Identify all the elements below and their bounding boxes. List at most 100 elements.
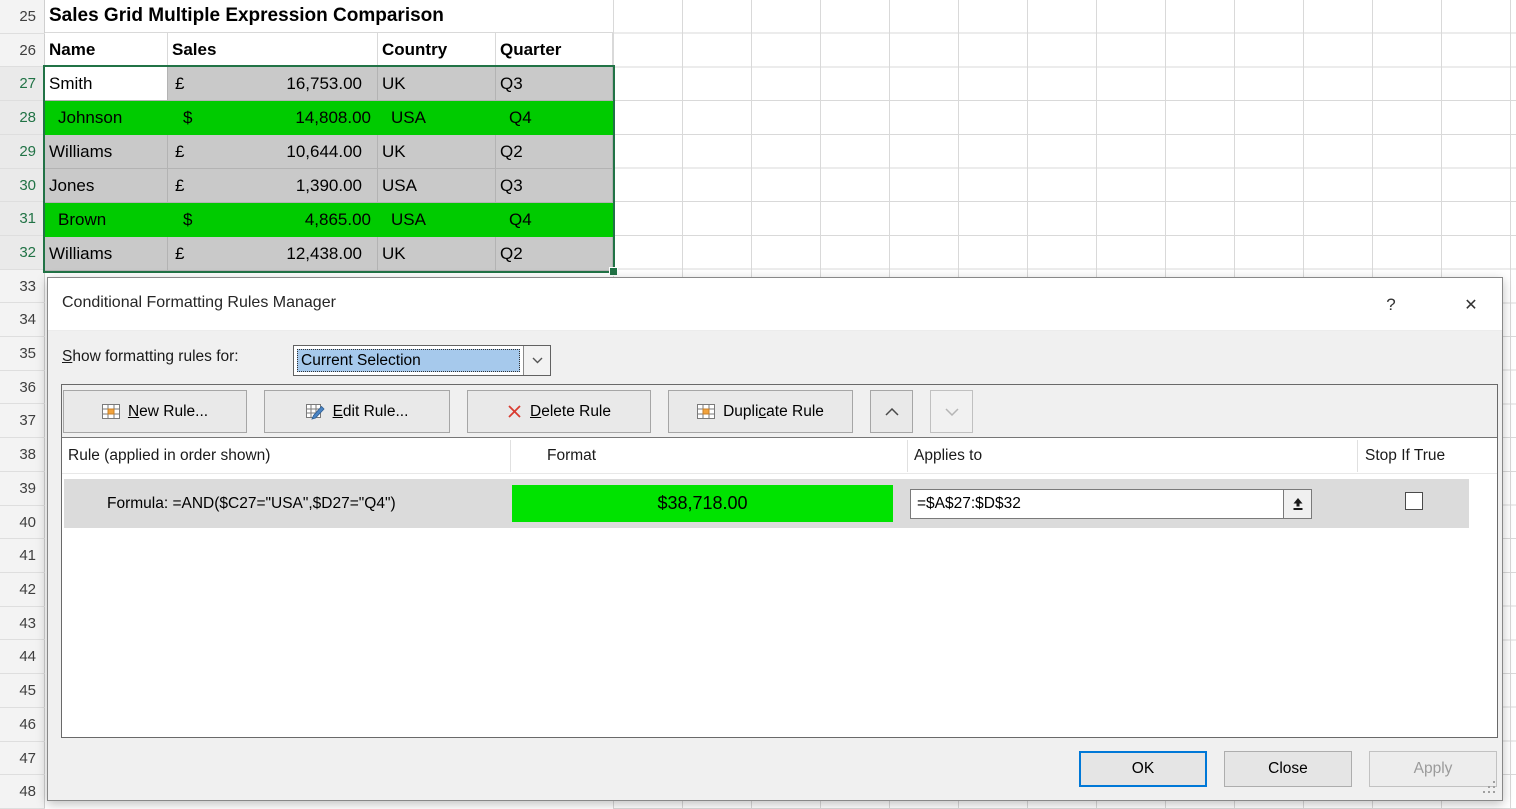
row-header[interactable]: 45 xyxy=(0,674,45,708)
row-header[interactable]: 25 xyxy=(0,0,45,34)
row-header[interactable]: 37 xyxy=(0,404,45,438)
help-icon[interactable]: ? xyxy=(1376,290,1406,320)
column-header-name[interactable]: Name xyxy=(45,33,168,67)
row-header[interactable]: 44 xyxy=(0,640,45,674)
applies-to-field[interactable]: =$A$27:$D$32 xyxy=(910,489,1312,519)
table-header-row: Name Sales Country Quarter xyxy=(45,33,613,67)
close-icon[interactable]: ✕ xyxy=(1456,290,1486,320)
row-header[interactable]: 39 xyxy=(0,472,45,506)
table-cell[interactable]: USA xyxy=(378,169,496,203)
table-pencil-icon xyxy=(306,404,325,420)
table-cell[interactable]: Q2 xyxy=(496,135,613,169)
table-grid-icon xyxy=(102,404,120,419)
column-header-quarter[interactable]: Quarter xyxy=(496,33,613,67)
row-header[interactable]: 48 xyxy=(0,775,45,809)
resize-grip[interactable] xyxy=(1493,791,1495,793)
table-grid-icon xyxy=(697,404,715,419)
table-cell[interactable]: Johnson xyxy=(45,101,168,135)
apply-button: Apply xyxy=(1369,751,1497,787)
table-cell[interactable]: USA xyxy=(378,101,496,135)
table-cell[interactable]: Q3 xyxy=(496,67,613,101)
show-rules-selected-value: Current Selection xyxy=(297,349,520,372)
table-cell[interactable]: Q3 xyxy=(496,169,613,203)
chevron-up-icon xyxy=(885,408,899,416)
row-header[interactable]: 43 xyxy=(0,607,45,640)
new-rule-label: New Rule... xyxy=(128,403,208,421)
dialog-titlebar[interactable]: Conditional Formatting Rules Manager ? ✕ xyxy=(48,278,1502,331)
rule-format-preview: $38,718.00 xyxy=(512,485,893,522)
show-rules-dropdown[interactable]: Current Selection xyxy=(293,345,551,376)
table-row: Brown$4,865.00USAQ4 xyxy=(45,203,613,237)
excel-workbook-view: 2526272829303132333435363738394041424344… xyxy=(0,0,1516,809)
row-header[interactable]: 30 xyxy=(0,169,45,202)
table-cell[interactable]: USA xyxy=(378,203,496,237)
table-cell[interactable]: UK xyxy=(378,135,496,169)
row-header[interactable]: 36 xyxy=(0,371,45,404)
table-cell[interactable]: Q2 xyxy=(496,237,613,271)
table-row: Johnson$14,808.00USAQ4 xyxy=(45,101,613,135)
row-header[interactable]: 33 xyxy=(0,270,45,303)
dialog-title: Conditional Formatting Rules Manager xyxy=(62,294,336,312)
rules-list-group: New Rule... Edit Rule... xyxy=(61,384,1498,738)
duplicate-rule-label: Duplicate Rule xyxy=(723,403,824,421)
table-cell[interactable]: £16,753.00 xyxy=(168,67,378,101)
table-cell[interactable]: UK xyxy=(378,67,496,101)
table-cell[interactable]: UK xyxy=(378,237,496,271)
row-header[interactable]: 28 xyxy=(0,101,45,135)
rules-toolbar: New Rule... Edit Rule... xyxy=(62,385,1497,438)
column-header-sales[interactable]: Sales xyxy=(168,33,378,67)
table-cell[interactable]: Brown xyxy=(45,203,168,237)
chevron-down-icon xyxy=(945,408,959,416)
duplicate-rule-button[interactable]: Duplicate Rule xyxy=(668,390,853,433)
table-cell[interactable]: Jones xyxy=(45,169,168,203)
row-header[interactable]: 47 xyxy=(0,742,45,775)
ok-button[interactable]: OK xyxy=(1079,751,1207,787)
row-header[interactable]: 34 xyxy=(0,303,45,337)
column-header-country[interactable]: Country xyxy=(378,33,496,67)
delete-rule-button[interactable]: Delete Rule xyxy=(467,390,651,433)
row-header[interactable]: 35 xyxy=(0,337,45,371)
rule-list-row[interactable]: Formula: =AND($C27="USA",$D27="Q4") $38,… xyxy=(64,479,1469,528)
table-cell[interactable]: £1,390.00 xyxy=(168,169,378,203)
column-divider xyxy=(510,440,511,472)
rules-list-header-row: Rule (applied in order shown) Format App… xyxy=(62,438,1497,474)
table-cell[interactable]: £10,644.00 xyxy=(168,135,378,169)
row-header[interactable]: 46 xyxy=(0,708,45,742)
table-cell[interactable]: Williams xyxy=(45,237,168,271)
table-cell[interactable]: £12,438.00 xyxy=(168,237,378,271)
new-rule-button[interactable]: New Rule... xyxy=(63,390,247,433)
row-header[interactable]: 41 xyxy=(0,539,45,573)
chevron-down-icon[interactable] xyxy=(523,346,550,375)
column-divider xyxy=(907,440,908,472)
row-header[interactable]: 29 xyxy=(0,135,45,169)
move-rule-up-button[interactable] xyxy=(870,390,913,433)
edit-rule-label: Edit Rule... xyxy=(333,403,409,421)
row-header[interactable]: 38 xyxy=(0,438,45,472)
table-cell[interactable]: Q4 xyxy=(496,101,613,135)
table-body: Smith£16,753.00UKQ3Johnson$14,808.00USAQ… xyxy=(45,67,613,271)
move-rule-down-button[interactable] xyxy=(930,390,973,433)
stop-column-header: Stop If True xyxy=(1365,438,1445,474)
sheet-title-cell[interactable]: Sales Grid Multiple Expression Compariso… xyxy=(45,0,613,33)
table-cell[interactable]: $4,865.00 xyxy=(168,203,378,237)
edit-rule-button[interactable]: Edit Rule... xyxy=(264,390,450,433)
row-header[interactable]: 42 xyxy=(0,573,45,607)
show-rules-label: Show formatting rules for: xyxy=(62,348,239,366)
row-header[interactable]: 31 xyxy=(0,202,45,236)
row-header[interactable]: 40 xyxy=(0,506,45,539)
table-cell[interactable]: Q4 xyxy=(496,203,613,237)
applies-to-value: =$A$27:$D$32 xyxy=(911,490,1283,518)
delete-rule-label: Delete Rule xyxy=(530,403,611,421)
row-header[interactable]: 26 xyxy=(0,34,45,67)
row-header[interactable]: 32 xyxy=(0,236,45,270)
stop-if-true-checkbox[interactable] xyxy=(1405,492,1423,510)
collapse-dialog-icon[interactable] xyxy=(1283,490,1311,518)
table-cell[interactable]: $14,808.00 xyxy=(168,101,378,135)
table-row: Smith£16,753.00UKQ3 xyxy=(45,67,613,101)
row-header[interactable]: 27 xyxy=(0,67,45,101)
close-button[interactable]: Close xyxy=(1224,751,1352,787)
table-cell[interactable]: Williams xyxy=(45,135,168,169)
table-row: Jones£1,390.00USAQ3 xyxy=(45,169,613,203)
table-cell[interactable]: Smith xyxy=(45,67,168,101)
rule-formula-text: Formula: =AND($C27="USA",$D27="Q4") xyxy=(107,479,396,528)
